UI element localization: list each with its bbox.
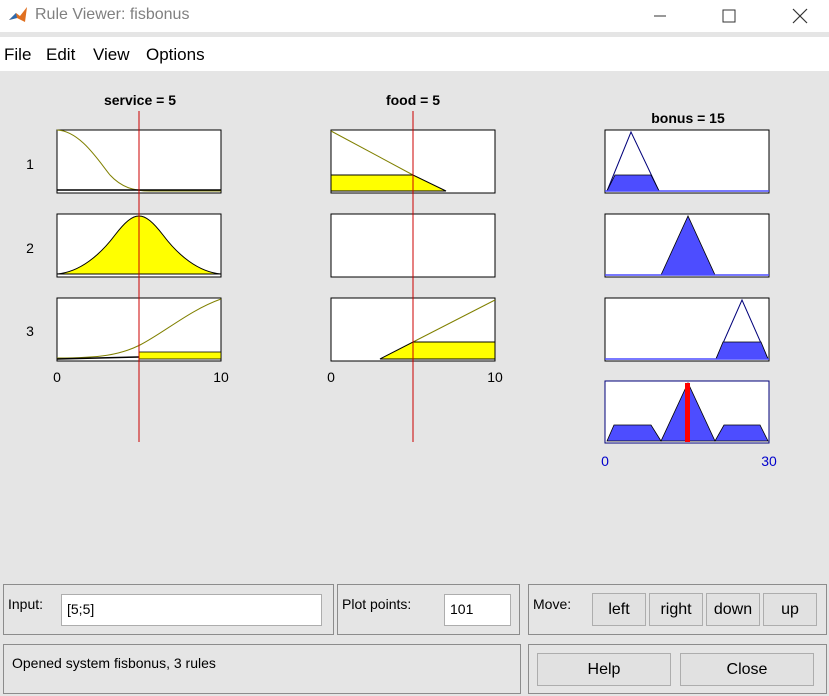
aggregate-bonus-plot [604, 380, 770, 444]
matlab-logo-icon [8, 5, 28, 25]
move-up-button[interactable]: up [763, 593, 817, 626]
input-field[interactable]: [5;5] [61, 594, 322, 626]
move-panel: Move: left right down up [528, 584, 827, 635]
service-axis-min: 0 [53, 369, 61, 385]
move-label: Move: [533, 596, 572, 612]
rule1-bonus-plot [604, 129, 770, 194]
bonus-axis-max: 30 [761, 453, 777, 469]
rule3-bonus-plot [604, 297, 770, 362]
plot-points-field[interactable]: 101 [444, 594, 511, 626]
move-left-button[interactable]: left [592, 593, 646, 626]
maximize-icon [722, 9, 736, 23]
menu-options[interactable]: Options [146, 45, 205, 65]
rule-number: 3 [26, 323, 34, 339]
move-down-button[interactable]: down [706, 593, 760, 626]
rule2-bonus-plot [604, 213, 770, 278]
menu-bar: File Edit View Options [0, 37, 829, 71]
menu-edit[interactable]: Edit [46, 45, 75, 65]
status-text: Opened system fisbonus, 3 rules [12, 655, 216, 671]
status-panel: Opened system fisbonus, 3 rules [3, 644, 521, 694]
defuzzified-result-bar [685, 383, 690, 442]
action-panel: Help Close [528, 644, 827, 694]
plot-points-label: Plot points: [342, 596, 412, 612]
bonus-title: bonus = 15 [651, 110, 725, 126]
close-icon [792, 8, 808, 24]
bonus-axis-min: 0 [601, 453, 609, 469]
close-button[interactable]: Close [680, 653, 814, 686]
help-button[interactable]: Help [537, 653, 671, 686]
menu-file[interactable]: File [4, 45, 31, 65]
menu-view[interactable]: View [93, 45, 130, 65]
rule-number: 1 [26, 156, 34, 172]
plot-points-panel: Plot points: 101 [337, 584, 520, 635]
rule-plot-area[interactable]: service = 5 food = 5 bonus = 15 1 2 3 0 … [0, 71, 829, 575]
food-axis-max: 10 [487, 369, 503, 385]
window-title: Rule Viewer: fisbonus [35, 6, 190, 23]
input-label: Input: [8, 596, 44, 612]
service-axis-max: 10 [213, 369, 229, 385]
food-title: food = 5 [386, 92, 440, 108]
input-panel: Input: [5;5] [3, 584, 334, 635]
move-right-button[interactable]: right [649, 593, 703, 626]
service-title: service = 5 [104, 92, 176, 108]
food-axis-min: 0 [327, 369, 335, 385]
maximize-button[interactable] [706, 0, 752, 32]
minimize-icon [654, 15, 666, 17]
close-window-button[interactable] [777, 0, 823, 32]
title-bar: Rule Viewer: fisbonus [0, 0, 829, 32]
minimize-button[interactable] [637, 0, 683, 32]
rule-number: 2 [26, 240, 34, 256]
